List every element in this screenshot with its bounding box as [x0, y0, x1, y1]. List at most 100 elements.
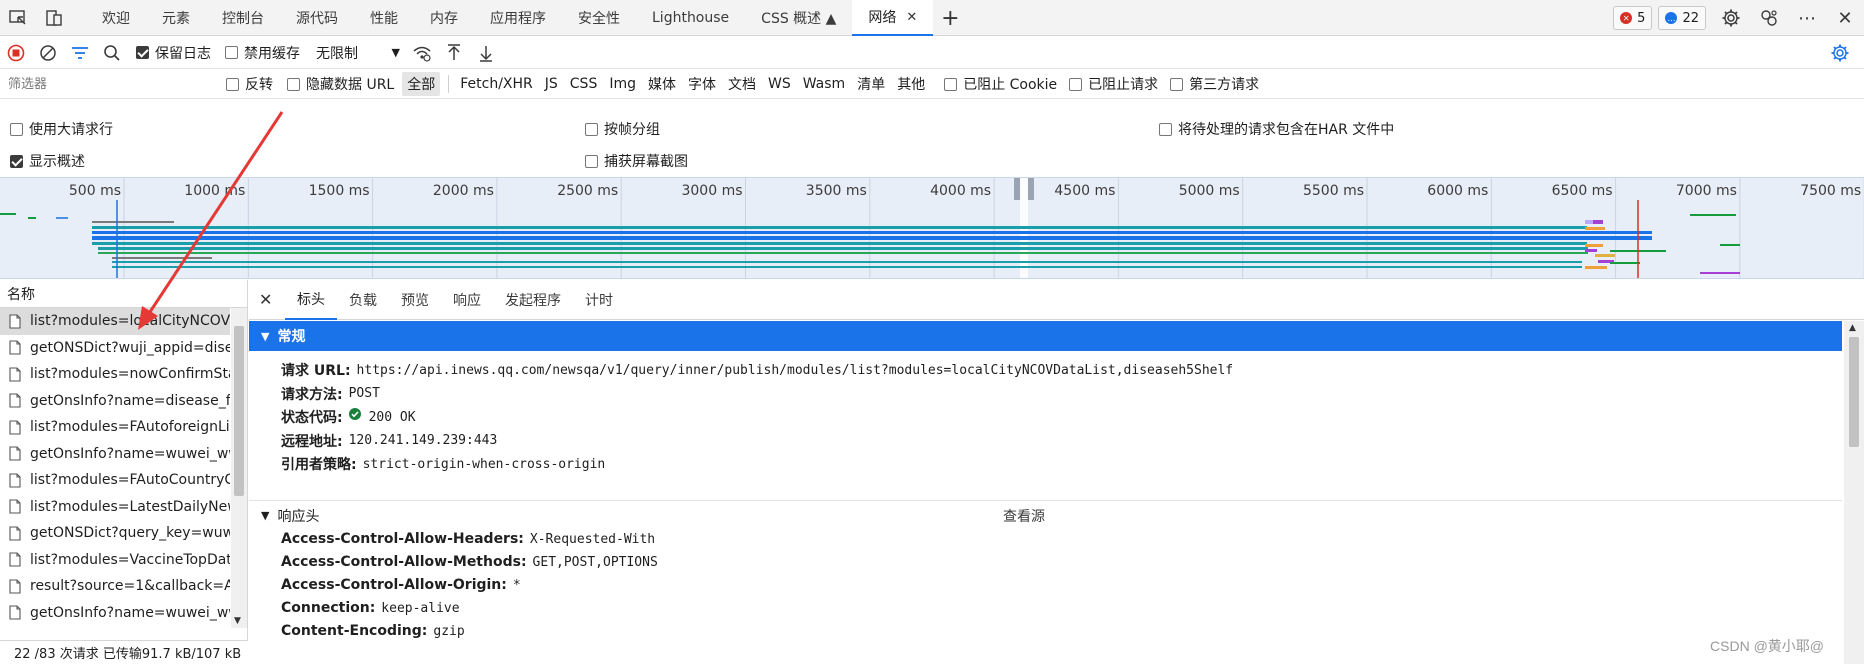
hide-data-url-checkbox[interactable]: 隐藏数据 URL [287, 74, 394, 94]
invert-checkbox[interactable]: 反转 [226, 74, 273, 94]
tab-2[interactable]: 控制台 [206, 0, 280, 36]
blocked-cookie-check[interactable] [944, 77, 958, 91]
preserve-log-checkbox[interactable]: 保留日志 [136, 43, 211, 63]
filter-type-js[interactable]: JS [540, 74, 563, 94]
network-conditions-icon[interactable] [406, 37, 438, 69]
big-request-rows-checkbox[interactable]: 使用大请求行 [10, 119, 113, 139]
request-row[interactable]: list?modules=nowConfirmStatis [0, 361, 230, 388]
scroll-down-icon[interactable]: ▼ [234, 616, 241, 626]
request-row[interactable]: list?modules=FAutoforeignList [0, 414, 230, 441]
tab-payload[interactable]: 负载 [337, 280, 389, 320]
request-row[interactable]: getONSDict?wuji_appid=disease [0, 335, 230, 362]
header-value[interactable]: 120.241.149.239:443 [349, 433, 498, 448]
tab-response[interactable]: 响应 [441, 280, 493, 320]
close-tab-icon[interactable]: ✕ [906, 10, 917, 25]
scroll-up-icon[interactable]: ▲ [1849, 323, 1856, 333]
filter-type-manifest[interactable]: 清单 [852, 72, 890, 96]
header-value[interactable]: * [513, 578, 521, 593]
header-value[interactable]: 200 OK [369, 410, 416, 425]
show-overview-checkbox[interactable]: 显示概述 [10, 151, 85, 171]
header-value[interactable]: GET,POST,OPTIONS [533, 555, 658, 570]
tab-0[interactable]: 欢迎 [86, 0, 146, 36]
header-value[interactable]: keep-alive [381, 601, 459, 616]
tab-3[interactable]: 源代码 [280, 0, 354, 36]
tab-8[interactable]: Lighthouse [636, 0, 745, 36]
close-detail-icon[interactable]: ✕ [259, 290, 285, 309]
request-row[interactable]: getOnsInfo?name=wuwei_ww [0, 600, 230, 627]
add-tab-icon[interactable]: + [933, 0, 967, 36]
clear-icon[interactable] [32, 37, 64, 69]
details-scroll-thumb[interactable] [1849, 337, 1859, 447]
request-row[interactable]: result?source=1&callback=Ap [0, 573, 230, 600]
header-value[interactable]: POST [349, 386, 380, 401]
error-count-badge[interactable]: ✕ 5 [1613, 6, 1653, 30]
tab-7[interactable]: 安全性 [562, 0, 636, 36]
tab-timing[interactable]: 计时 [573, 280, 625, 320]
import-har-icon[interactable] [438, 37, 470, 69]
invert-check[interactable] [226, 77, 239, 91]
close-devtools-icon[interactable]: ✕ [1826, 0, 1864, 36]
header-value[interactable]: https://api.inews.qq.com/newsqa/v1/query… [357, 363, 1234, 378]
request-row[interactable]: getONSDict?query_key=wuwe [0, 520, 230, 547]
blocked-requests-check[interactable] [1069, 77, 1083, 91]
more-options-icon[interactable]: ⋯ [1788, 0, 1826, 36]
tab-6[interactable]: 应用程序 [474, 0, 562, 36]
request-row[interactable]: list?modules=VaccineTopData [0, 547, 230, 574]
request-row[interactable]: list?modules=localCityNCOVDataList,disea… [0, 308, 230, 335]
filter-type-doc[interactable]: 文档 [723, 72, 761, 96]
third-party-checkbox[interactable]: 第三方请求 [1170, 74, 1259, 94]
request-row[interactable]: getOnsInfo?name=disease_fo [0, 388, 230, 415]
preserve-log-check[interactable] [136, 46, 149, 59]
header-value[interactable]: X-Requested-With [530, 532, 655, 547]
network-overview-timeline[interactable]: 500 ms 1000 ms 1500 ms 2000 ms 2500 ms 3000 m… [0, 177, 1864, 279]
connected-devices-icon[interactable] [1750, 0, 1788, 36]
tab-preview[interactable]: 预览 [389, 280, 441, 320]
blocked-requests-checkbox[interactable]: 已阻止请求 [1069, 74, 1158, 94]
filter-icon[interactable] [64, 37, 96, 69]
header-value[interactable]: gzip [433, 624, 464, 639]
request-list-scroll-thumb[interactable] [234, 326, 244, 496]
filter-input[interactable] [0, 71, 210, 97]
settings-gear-icon[interactable] [1712, 0, 1750, 36]
tab-headers[interactable]: 标头 [285, 280, 337, 320]
group-by-frame-check[interactable] [585, 122, 598, 136]
details-scrollbar[interactable]: ▲ [1844, 321, 1864, 664]
request-list-scrollbar[interactable]: ▼ [231, 308, 247, 628]
big-request-rows-check[interactable] [10, 122, 23, 136]
disable-cache-check[interactable] [225, 46, 238, 59]
name-column-header[interactable]: 名称 [0, 280, 247, 308]
disable-cache-checkbox[interactable]: 禁用缓存 [225, 43, 300, 63]
search-icon[interactable] [96, 37, 128, 69]
filter-type-css[interactable]: CSS [565, 74, 603, 94]
filter-type-media[interactable]: 媒体 [643, 72, 681, 96]
filter-type-img[interactable]: Img [604, 74, 641, 94]
request-row[interactable]: list?modules=FAutoCountryC [0, 467, 230, 494]
group-by-frame-checkbox[interactable]: 按帧分组 [585, 119, 660, 139]
show-overview-check[interactable] [10, 154, 23, 168]
filter-type-all[interactable]: 全部 [402, 72, 441, 96]
filter-type-other[interactable]: 其他 [892, 72, 930, 96]
blocked-cookie-checkbox[interactable]: 已阻止 Cookie [944, 74, 1057, 94]
capture-screenshots-checkbox[interactable]: 捕获屏幕截图 [585, 151, 688, 171]
har-pending-checkbox[interactable]: 将待处理的请求包含在HAR 文件中 [1159, 119, 1394, 139]
filter-type-wasm[interactable]: Wasm [798, 74, 850, 94]
request-row[interactable]: getOnsInfo?name=wuwei_ww [0, 441, 230, 468]
message-count-badge[interactable]: … 22 [1658, 6, 1706, 30]
record-stop-icon[interactable] [0, 37, 32, 69]
tab-initiator[interactable]: 发起程序 [493, 280, 573, 320]
response-headers-section-header[interactable]: ▼ 响应头 [249, 500, 1842, 530]
throttle-select[interactable]: 无限制 ▼ [310, 40, 400, 66]
capture-screenshots-check[interactable] [585, 154, 598, 168]
filter-type-ws[interactable]: WS [763, 74, 796, 94]
filter-type-font[interactable]: 字体 [683, 72, 721, 96]
third-party-check[interactable] [1170, 77, 1184, 91]
request-row[interactable]: list?modules=LatestDailyNews [0, 494, 230, 521]
hide-data-url-check[interactable] [287, 77, 300, 91]
header-value[interactable]: strict-origin-when-cross-origin [363, 457, 606, 472]
view-source-link[interactable]: 查看源 [1003, 506, 1045, 526]
tab-1[interactable]: 元素 [146, 0, 206, 36]
har-pending-check[interactable] [1159, 122, 1172, 136]
network-settings-gear-icon[interactable] [1824, 37, 1856, 69]
tab-10[interactable]: 网络 ✕ [852, 0, 934, 36]
general-section-header[interactable]: ▼ 常规 [249, 321, 1842, 351]
